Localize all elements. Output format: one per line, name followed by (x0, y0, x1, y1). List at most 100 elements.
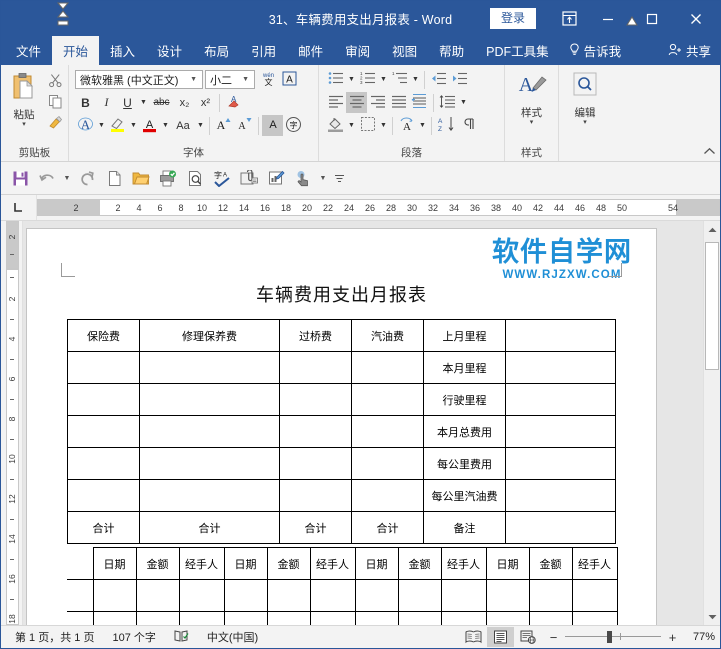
open-folder-icon[interactable] (128, 165, 154, 191)
cell-blank[interactable] (505, 383, 616, 416)
document-heading[interactable]: 车辆费用支出月报表 (27, 281, 656, 307)
cell-date-2[interactable]: 日期 (223, 547, 268, 580)
shading-button[interactable] (325, 115, 346, 136)
cell-spacer[interactable] (67, 579, 94, 612)
email-attach-icon[interactable] (236, 165, 262, 191)
font-size-chevron-down-icon[interactable]: ▼ (239, 76, 252, 83)
subscript-button[interactable]: x₂ (174, 92, 195, 113)
cell-blank[interactable] (67, 479, 140, 512)
asian-layout-button[interactable]: A (396, 115, 417, 136)
numbering-button[interactable]: 1 2 3 (357, 69, 378, 90)
cell-blank[interactable] (440, 611, 487, 625)
zoom-level-label[interactable]: 77% (685, 631, 715, 643)
vehicle-expense-table[interactable]: 保险费 修理保养费 过桥费 汽油费 上月里程 本月里程 行驶里程 本月总费用 每… (67, 319, 616, 544)
cell-blank[interactable] (135, 579, 180, 612)
spelling-grammar-icon[interactable]: 字 A (209, 165, 235, 191)
editing-chevron-down-icon[interactable]: ▾ (583, 119, 587, 126)
cell-blank[interactable] (279, 415, 352, 448)
cell-blank[interactable] (309, 611, 356, 625)
sign-in-button[interactable]: 登录 (489, 8, 536, 29)
character-shading-button[interactable]: A (262, 115, 283, 136)
show-formatting-marks-button[interactable] (458, 115, 479, 136)
table-row[interactable]: 每公里费用 (67, 447, 616, 480)
tab-tell-me[interactable]: 告诉我 (560, 36, 631, 65)
cell-date-3[interactable]: 日期 (354, 547, 399, 580)
tab-help[interactable]: 帮助 (428, 36, 475, 65)
table-row[interactable]: 本月里程 (67, 351, 616, 384)
tab-insert[interactable]: 插入 (99, 36, 146, 65)
minimize-button[interactable] (586, 2, 630, 35)
character-border-button[interactable]: A (279, 69, 300, 90)
cell-amount-1[interactable]: 金额 (135, 547, 180, 580)
bullets-chevron-down-icon[interactable]: ▼ (346, 69, 357, 90)
cell-blank[interactable] (266, 579, 311, 612)
cell-blank[interactable] (351, 479, 424, 512)
shrink-font-button[interactable]: A (234, 115, 255, 136)
tab-file[interactable]: 文件 (5, 36, 52, 65)
cell-blank[interactable] (397, 579, 442, 612)
clear-formatting-button[interactable]: A (223, 92, 244, 113)
cell-blank[interactable] (279, 351, 352, 384)
print-preview-icon[interactable] (182, 165, 208, 191)
proofing-errors-icon[interactable] (165, 629, 198, 645)
save-icon[interactable] (7, 165, 33, 191)
scrollbar-thumb[interactable] (705, 242, 719, 370)
cell-blank[interactable] (351, 351, 424, 384)
cell-blank[interactable] (178, 579, 225, 612)
tab-review[interactable]: 审阅 (334, 36, 381, 65)
table-row[interactable]: 每公里汽油费 (67, 479, 616, 512)
undo-chevron-down-icon[interactable]: ▼ (61, 165, 73, 191)
close-button[interactable] (674, 2, 718, 35)
vertical-scrollbar[interactable] (703, 221, 720, 625)
cell-driving-mileage[interactable]: 行驶里程 (423, 383, 506, 416)
grow-font-button[interactable]: A (213, 115, 234, 136)
shading-chevron-down-icon[interactable]: ▼ (346, 115, 357, 136)
line-spacing-chevron-down-icon[interactable]: ▼ (458, 92, 469, 113)
cell-last-month-mileage[interactable]: 上月里程 (423, 319, 506, 352)
align-right-button[interactable] (367, 92, 388, 113)
phonetic-guide-button[interactable]: wén 文 (258, 69, 279, 90)
borders-button[interactable] (357, 115, 378, 136)
cell-blank[interactable] (223, 611, 268, 625)
cell-blank[interactable] (92, 611, 137, 625)
increase-indent-button[interactable] (449, 69, 470, 90)
cell-total-2[interactable]: 合计 (139, 511, 280, 544)
cell-blank[interactable] (135, 611, 180, 625)
right-indent-marker[interactable] (626, 14, 638, 32)
font-name-chevron-down-icon[interactable]: ▼ (187, 76, 200, 83)
cell-bridge-toll[interactable]: 过桥费 (279, 319, 352, 352)
table-row[interactable]: 行驶里程 (67, 383, 616, 416)
tab-design[interactable]: 设计 (146, 36, 193, 65)
cell-blank[interactable] (309, 579, 356, 612)
format-painter-button[interactable] (45, 113, 66, 134)
cell-blank[interactable] (351, 447, 424, 480)
cell-date-4[interactable]: 日期 (485, 547, 530, 580)
word-count[interactable]: 107 个字 (103, 629, 164, 645)
cell-blank[interactable] (397, 611, 442, 625)
decrease-indent-button[interactable] (428, 69, 449, 90)
multilevel-chevron-down-icon[interactable]: ▼ (410, 69, 421, 90)
align-center-button[interactable] (346, 92, 367, 113)
cell-blank[interactable] (505, 415, 616, 448)
collapse-ribbon-button[interactable] (703, 147, 716, 159)
font-name-input[interactable]: 微软雅黑 (中文正文) ▼ (75, 70, 203, 89)
asian-layout-chevron-down-icon[interactable]: ▼ (417, 115, 428, 136)
superscript-button[interactable]: x² (195, 92, 216, 113)
tab-layout[interactable]: 布局 (193, 36, 240, 65)
cell-blank[interactable] (139, 351, 280, 384)
cell-date-1[interactable]: 日期 (92, 547, 137, 580)
cell-fuel-fee[interactable]: 汽油费 (351, 319, 424, 352)
tab-mailings[interactable]: 邮件 (287, 36, 334, 65)
cut-button[interactable] (45, 71, 66, 92)
table-row[interactable]: 保险费 修理保养费 过桥费 汽油费 上月里程 (67, 319, 616, 352)
cell-handler-2[interactable]: 经手人 (309, 547, 356, 580)
cell-maintenance-fee[interactable]: 修理保养费 (139, 319, 280, 352)
cell-blank[interactable] (139, 447, 280, 480)
styles-chevron-down-icon[interactable]: ▾ (530, 119, 534, 126)
tab-pdf-tools[interactable]: PDF工具集 (475, 36, 560, 65)
cell-blank[interactable] (351, 383, 424, 416)
cell-blank[interactable] (505, 351, 616, 384)
cell-blank[interactable] (139, 415, 280, 448)
cell-value-blank[interactable] (505, 319, 616, 352)
document-page[interactable]: 软件自学网 WWW.RJZXW.COM 车辆费用支出月报表 保险费 修理保养费 … (27, 229, 656, 625)
